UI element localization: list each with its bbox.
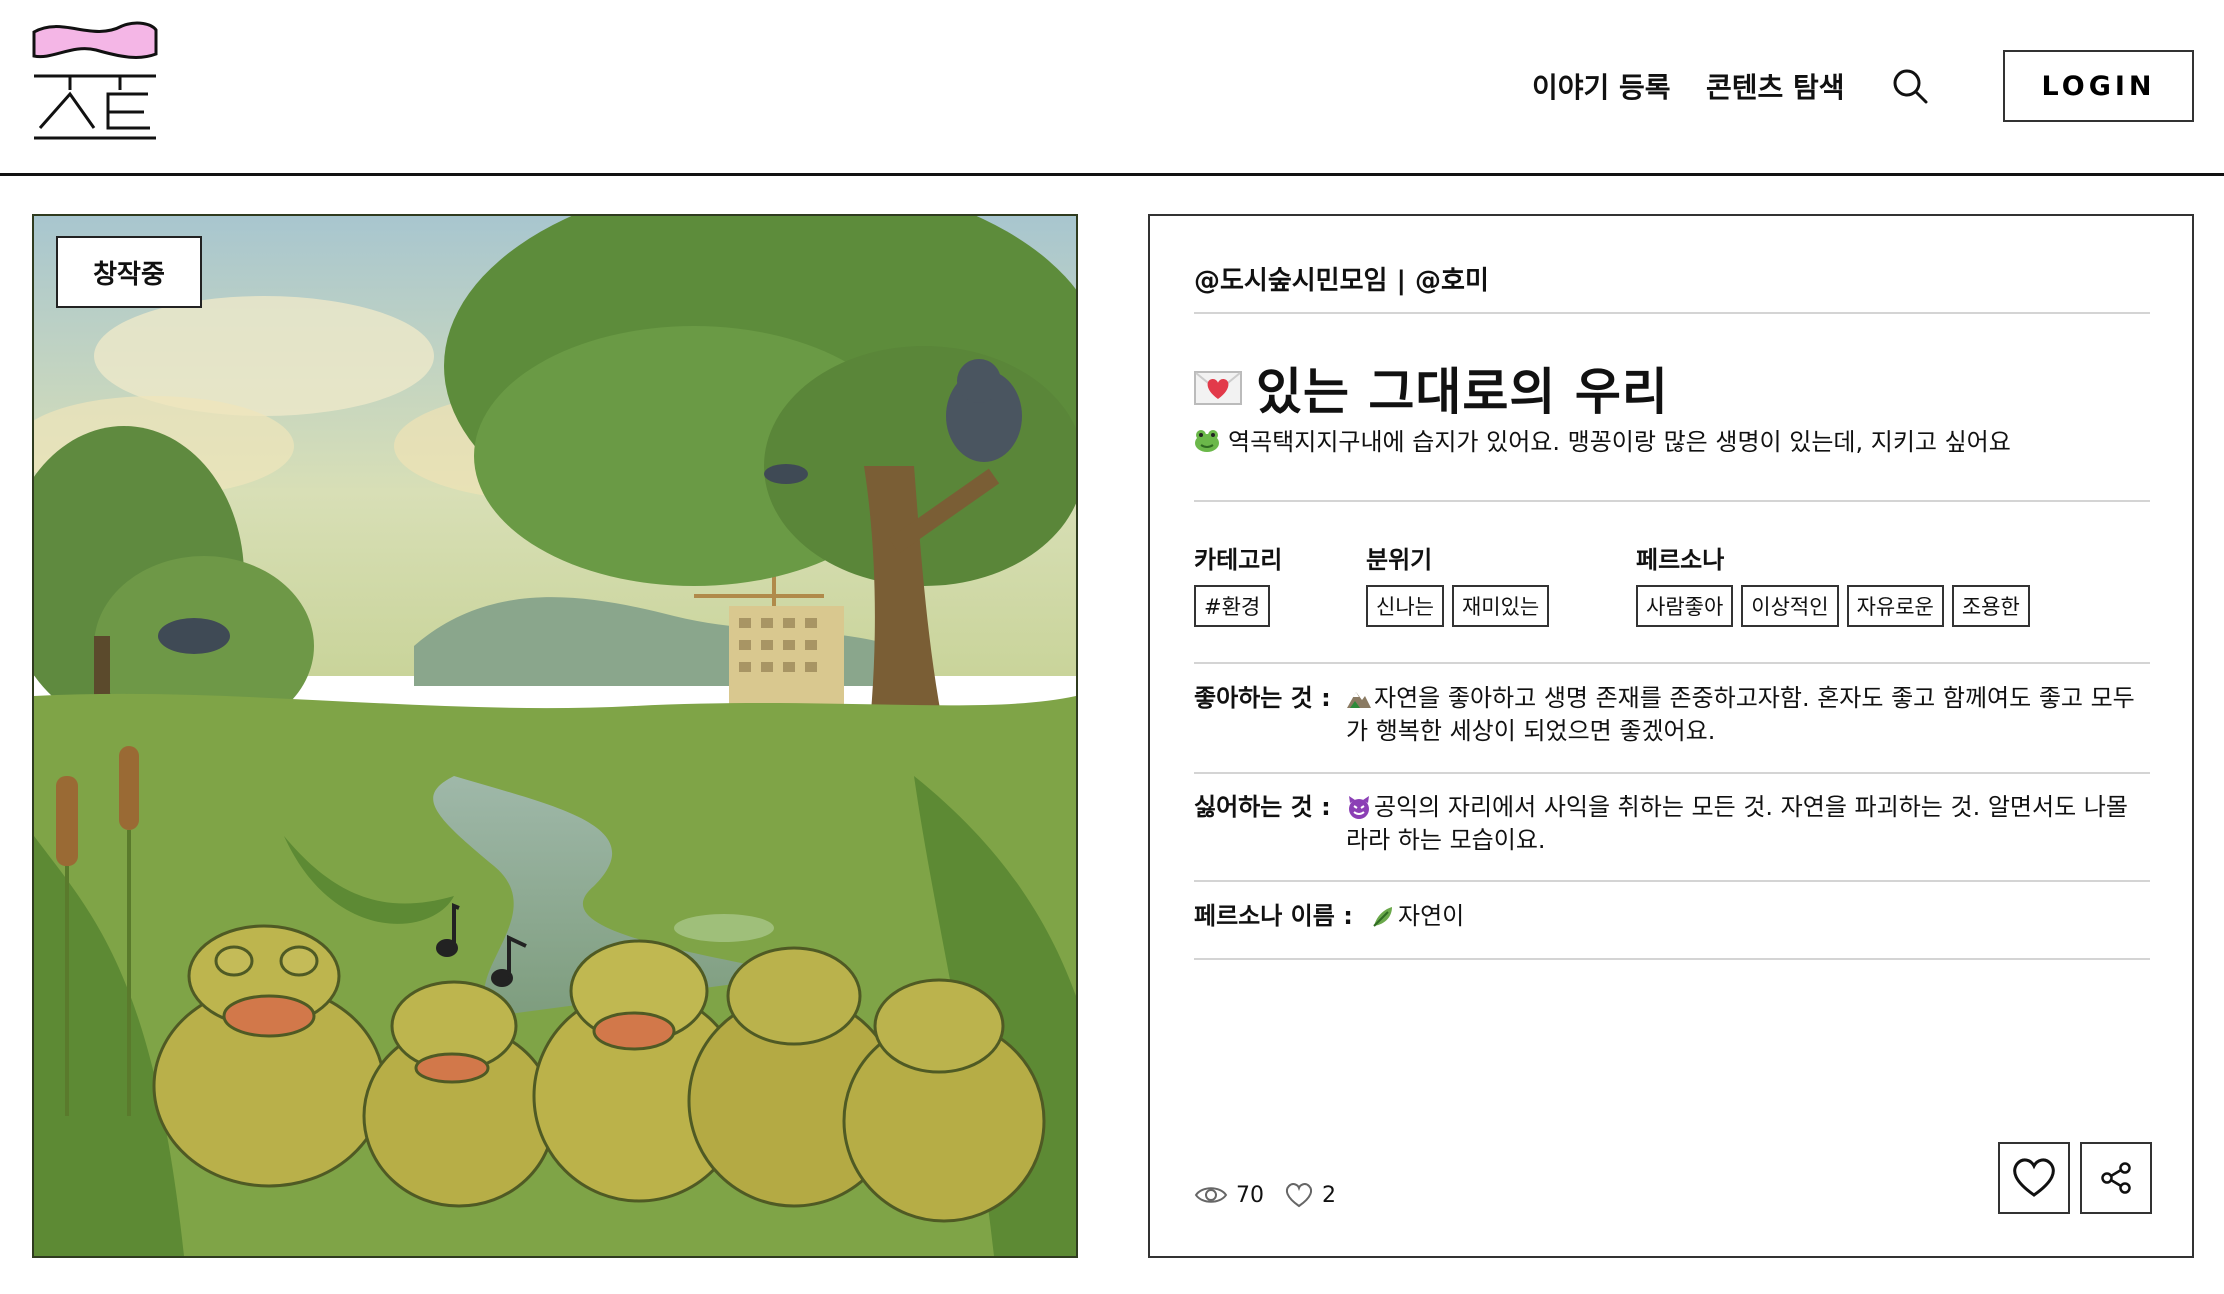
dislikes-field: 싫어하는 것 : 공익의 자리에서 사익을 취하는 모든 것. 자연을 파괴하는… [1194,791,2150,857]
heart-outline-icon [1285,1183,1313,1208]
persona-group: 페르소나 사람좋아 이상적인 자유로운 조용한 [1636,540,2030,627]
mountain-camping-icon [1347,692,1371,708]
story-illustration: 창작중 [32,214,1078,1258]
site-header: 이야기 등록 콘텐츠 탐색 LOGIN [0,0,2224,176]
divider [1194,772,2150,774]
persona-name-text: 자연이 [1398,902,1465,930]
likes-value: 자연을 좋아하고 생명 존재를 존중하고자함. 혼자도 좋고 함께여도 좋고 모… [1346,682,2150,748]
search-icon[interactable] [1890,66,1930,106]
category-label: 카테고리 [1194,546,1283,574]
persona-tag[interactable]: 사람좋아 [1636,585,1734,627]
mood-tag[interactable]: 신나는 [1366,585,1444,627]
story-stats: 70 2 [1194,1182,1356,1208]
like-count: 2 [1322,1182,1336,1208]
divider [1194,880,2150,882]
frogs-singing-illustration [34,216,1076,1256]
nav-explore-content[interactable]: 콘텐츠 탐색 [1706,66,1845,106]
share-icon [2101,1162,2131,1194]
persona-tag[interactable]: 이상적인 [1741,585,1839,627]
frog-icon [1195,429,1219,452]
mood-tag[interactable]: 재미있는 [1451,585,1550,627]
story-authors[interactable]: @도시숲시민모임 | @호미 [1194,260,2150,297]
share-button[interactable] [2080,1142,2152,1214]
nav-register-story[interactable]: 이야기 등록 [1532,66,1671,106]
dislikes-text: 공익의 자리에서 사익을 취하는 모든 것. 자연을 파괴하는 것. 알면서도 … [1346,793,2128,854]
persona-tag[interactable]: 조용한 [1951,585,2030,627]
login-button[interactable]: LOGIN [2003,50,2194,122]
divider [1194,312,2150,314]
like-button[interactable] [1998,1142,2070,1214]
herb-leaf-icon [1373,907,1392,927]
mood-label: 분위기 [1366,546,1433,574]
view-count: 70 [1236,1182,1264,1208]
dislikes-value: 공익의 자리에서 사익을 취하는 모든 것. 자연을 파괴하는 것. 알면서도 … [1346,791,2150,857]
divider [1194,500,2150,502]
category-tag[interactable]: #환경 [1194,585,1271,627]
dislikes-label: 싫어하는 것 : [1194,793,1331,821]
persona-label: 페르소나 [1636,546,1725,574]
status-badge: 창작중 [56,236,202,308]
persona-name-label: 페르소나 이름 : [1194,902,1353,930]
story-detail-card: @도시숲시민모임 | @호미 있는 그대로의 우리 역곡택지지구내에 습지가 있… [1148,214,2194,1258]
divider [1194,662,2150,664]
eye-icon [1194,1187,1228,1203]
story-description-text: 역곡택지지구내에 습지가 있어요. 맹꽁이랑 많은 생명이 있는데, 지키고 싶… [1228,428,2011,456]
likes-field: 좋아하는 것 : 자연을 좋아하고 생명 존재를 존중하고자함. 혼자도 좋고 … [1194,682,2150,748]
mood-group: 분위기 신나는 재미있는 [1366,540,1550,627]
likes-label: 좋아하는 것 : [1194,684,1331,712]
heart-icon [2013,1158,2055,1197]
category-group: 카테고리 #환경 [1194,540,1282,627]
story-title-row: 있는 그대로의 우리 [1194,352,2150,424]
love-letter-icon [1194,371,1242,405]
site-logo[interactable] [32,20,158,140]
persona-name-field: 페르소나 이름 : 자연이 [1194,900,2150,933]
divider [1194,958,2150,960]
story-title: 있는 그대로의 우리 [1256,363,1669,421]
likes-text: 자연을 좋아하고 생명 존재를 존중하고자함. 혼자도 좋고 함께여도 좋고 모… [1346,684,2135,745]
persona-tag[interactable]: 자유로운 [1846,585,1944,627]
persona-name-value: 자연이 [1370,900,1464,933]
devil-face-icon [1349,796,1369,819]
story-description: 역곡택지지구내에 습지가 있어요. 맹꽁이랑 많은 생명이 있는데, 지키고 싶… [1194,422,2150,457]
